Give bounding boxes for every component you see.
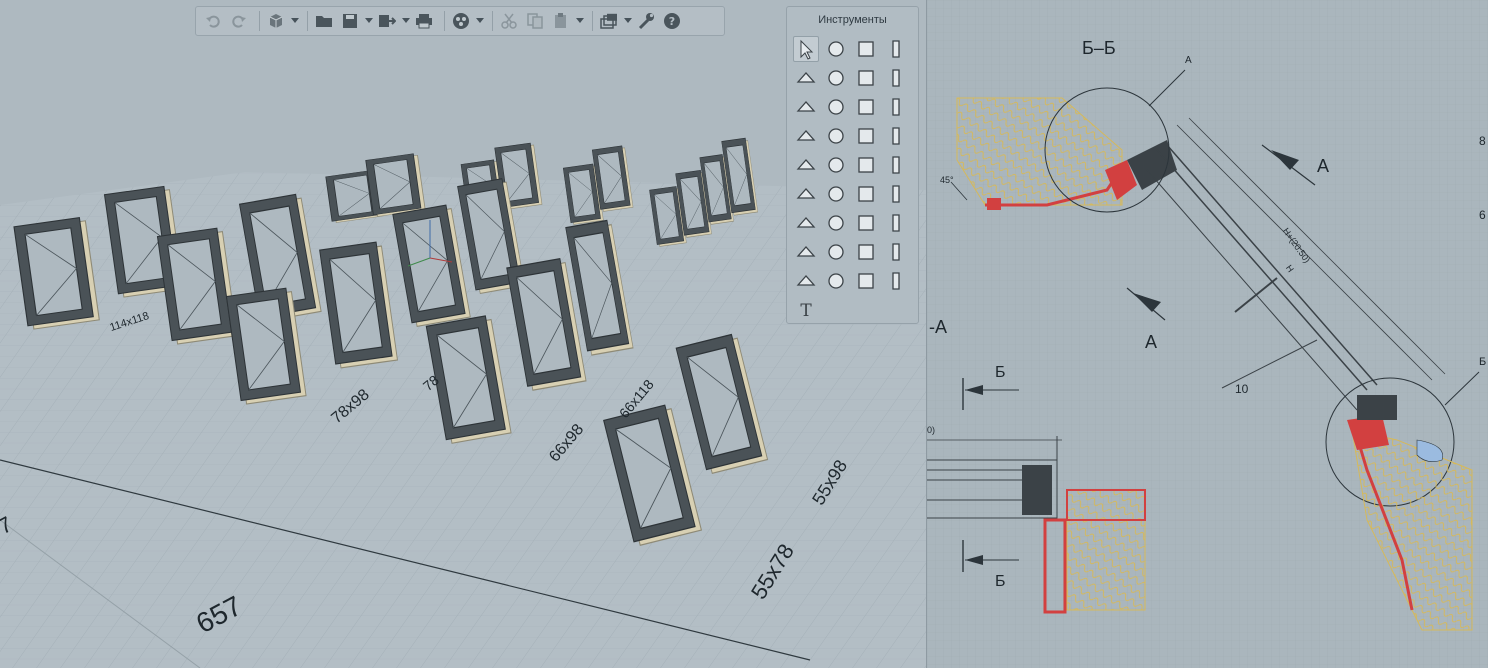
vent-icon[interactable] [883, 210, 909, 236]
section-title: Б–Б [1082, 38, 1116, 58]
paste-icon[interactable] [550, 10, 572, 32]
cone-icon[interactable] [823, 239, 849, 265]
section-label-a: -А [929, 317, 947, 337]
cut-dimension-label: 0) [927, 425, 936, 435]
svg-text:?: ? [669, 15, 675, 28]
view-arrow-label: А [1145, 332, 1158, 352]
undo-icon[interactable] [202, 10, 224, 32]
sanitary-icon[interactable] [793, 181, 819, 207]
section-label-b: Б [995, 364, 1006, 381]
chevron-down-icon[interactable] [402, 10, 410, 32]
tools-panel-title: Инструменты [818, 14, 887, 26]
pump-icon[interactable] [853, 210, 879, 236]
svg-text:T: T [800, 301, 812, 321]
print-icon[interactable] [413, 10, 435, 32]
export-icon[interactable] [376, 10, 398, 32]
save-icon[interactable] [339, 10, 361, 32]
group-icon[interactable] [793, 210, 819, 236]
outlet-icon[interactable] [883, 181, 909, 207]
cabinet-icon[interactable] [823, 210, 849, 236]
layers-icon[interactable] [598, 10, 620, 32]
equipment-icon[interactable] [793, 152, 819, 178]
pipe-icon[interactable] [883, 123, 909, 149]
library-icon[interactable] [883, 268, 909, 294]
connector-icon[interactable] [853, 268, 879, 294]
copy-icon[interactable] [524, 10, 546, 32]
railing-icon[interactable] [793, 123, 819, 149]
zone-icon[interactable] [793, 268, 819, 294]
angle-dimension: 45° [940, 175, 954, 185]
door-icon[interactable] [853, 94, 879, 120]
edge-dimension-label: 8 [1479, 134, 1486, 148]
text-tool-icon[interactable]: T [793, 297, 819, 323]
chevron-down-icon[interactable] [291, 10, 299, 32]
stair-icon[interactable] [793, 94, 819, 120]
measure-icon[interactable] [823, 268, 849, 294]
redo-icon[interactable] [228, 10, 250, 32]
duct-icon[interactable] [883, 152, 909, 178]
valve-icon[interactable] [853, 181, 879, 207]
edge-dimension-label: 6 [1479, 208, 1486, 222]
wall-icon[interactable] [853, 36, 879, 62]
main-toolbar: ? [195, 6, 725, 36]
section-label-b: Б [995, 573, 1006, 590]
appliance-icon[interactable] [823, 152, 849, 178]
panel-icon[interactable] [793, 239, 819, 265]
tools-panel: Инструменты T [786, 6, 919, 324]
settings-wrench-icon[interactable] [635, 10, 657, 32]
section-drawing [927, 0, 1488, 668]
roof-icon[interactable] [853, 65, 879, 91]
light-icon[interactable] [823, 181, 849, 207]
object-icon[interactable] [853, 123, 879, 149]
lamp-icon[interactable] [883, 239, 909, 265]
render-icon[interactable] [450, 10, 472, 32]
view-cube-icon[interactable] [265, 10, 287, 32]
window-icon[interactable] [883, 94, 909, 120]
ramp-icon[interactable] [823, 94, 849, 120]
beam-icon[interactable] [823, 65, 849, 91]
viewport-3d[interactable]: 114x118 78x98 78 66x98 66x118 55x98 55x7… [0, 0, 926, 668]
tools-grid: T [793, 36, 917, 326]
open-folder-icon[interactable] [313, 10, 335, 32]
dimension-label: 10 [1235, 382, 1249, 396]
chevron-down-icon[interactable] [476, 10, 484, 32]
cut-icon[interactable] [498, 10, 520, 32]
chevron-down-icon[interactable] [365, 10, 373, 32]
chevron-down-icon[interactable] [624, 10, 632, 32]
help-icon[interactable]: ? [661, 10, 683, 32]
select-arrow-icon[interactable] [793, 36, 819, 62]
fitting-icon[interactable] [853, 152, 879, 178]
view-arrow-label: А [1317, 156, 1330, 176]
chevron-down-icon[interactable] [576, 10, 584, 32]
callout-label-a: А [1185, 55, 1192, 66]
callout-label-b: Б [1479, 356, 1487, 368]
column-icon[interactable] [883, 36, 909, 62]
line-icon[interactable] [823, 123, 849, 149]
drawing-2d-view[interactable]: Б–Б А Б А А -А Б Б 45° H+(20:50) H 10 8 … [927, 0, 1488, 668]
pencil-icon[interactable] [883, 65, 909, 91]
camera-icon[interactable] [853, 239, 879, 265]
orbit-icon[interactable] [823, 36, 849, 62]
slab-icon[interactable] [793, 65, 819, 91]
